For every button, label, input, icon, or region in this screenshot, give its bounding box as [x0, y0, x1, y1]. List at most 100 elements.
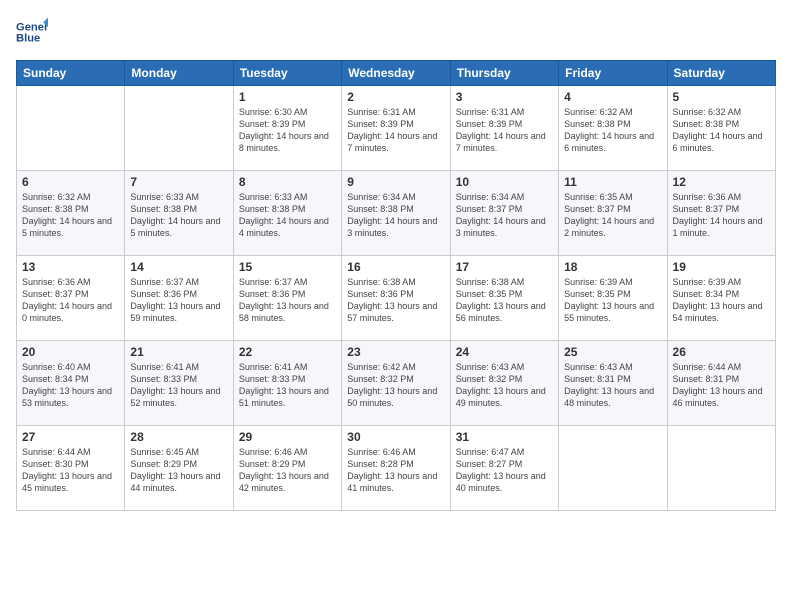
calendar-cell: 21Sunrise: 6:41 AM Sunset: 8:33 PM Dayli… — [125, 341, 233, 426]
day-info: Sunrise: 6:43 AM Sunset: 8:31 PM Dayligh… — [564, 361, 661, 410]
day-info: Sunrise: 6:43 AM Sunset: 8:32 PM Dayligh… — [456, 361, 553, 410]
day-info: Sunrise: 6:40 AM Sunset: 8:34 PM Dayligh… — [22, 361, 119, 410]
day-info: Sunrise: 6:41 AM Sunset: 8:33 PM Dayligh… — [239, 361, 336, 410]
day-info: Sunrise: 6:31 AM Sunset: 8:39 PM Dayligh… — [456, 106, 553, 155]
day-of-week-header: Saturday — [667, 61, 775, 86]
day-number: 17 — [456, 260, 553, 274]
calendar-cell: 23Sunrise: 6:42 AM Sunset: 8:32 PM Dayli… — [342, 341, 450, 426]
day-number: 9 — [347, 175, 444, 189]
calendar-cell: 30 Sunrise: 6:46 AM Sunset: 8:28 PM Dayli… — [342, 426, 450, 511]
calendar-cell: 25Sunrise: 6:43 AM Sunset: 8:31 PM Dayli… — [559, 341, 667, 426]
calendar-cell: 2 Sunrise: 6:31 AM Sunset: 8:39 PM Daylig… — [342, 86, 450, 171]
calendar-cell: 8 Sunrise: 6:33 AM Sunset: 8:38 PM Daylig… — [233, 171, 341, 256]
calendar-cell: 5Sunrise: 6:32 AM Sunset: 8:38 PM Daylig… — [667, 86, 775, 171]
day-info: Sunrise: 6:46 AM Sunset: 8:29 PM Dayligh… — [239, 446, 336, 495]
calendar-cell — [559, 426, 667, 511]
day-info: Sunrise: 6:34 AM Sunset: 8:38 PM Dayligh… — [347, 191, 444, 240]
calendar-cell: 9 Sunrise: 6:34 AM Sunset: 8:38 PM Daylig… — [342, 171, 450, 256]
calendar-cell: 17 Sunrise: 6:38 AM Sunset: 8:35 PM Dayli… — [450, 256, 558, 341]
day-of-week-header: Friday — [559, 61, 667, 86]
day-info: Sunrise: 6:30 AM Sunset: 8:39 PM Dayligh… — [239, 106, 336, 155]
day-number: 6 — [22, 175, 119, 189]
day-number: 27 — [22, 430, 119, 444]
day-number: 30 — [347, 430, 444, 444]
day-number: 1 — [239, 90, 336, 104]
day-number: 3 — [456, 90, 553, 104]
calendar-cell: 26Sunrise: 6:44 AM Sunset: 8:31 PM Dayli… — [667, 341, 775, 426]
day-info: Sunrise: 6:34 AM Sunset: 8:37 PM Dayligh… — [456, 191, 553, 240]
calendar-week-row: 1 Sunrise: 6:30 AM Sunset: 8:39 PM Daylig… — [17, 86, 776, 171]
calendar-cell: 6 Sunrise: 6:32 AM Sunset: 8:38 PM Daylig… — [17, 171, 125, 256]
day-info: Sunrise: 6:31 AM Sunset: 8:39 PM Dayligh… — [347, 106, 444, 155]
day-number: 12 — [673, 175, 770, 189]
calendar-cell: 22 Sunrise: 6:41 AM Sunset: 8:33 PM Dayli… — [233, 341, 341, 426]
calendar-cell: 29 Sunrise: 6:46 AM Sunset: 8:29 PM Dayli… — [233, 426, 341, 511]
day-number: 28 — [130, 430, 227, 444]
calendar-cell: 24Sunrise: 6:43 AM Sunset: 8:32 PM Dayli… — [450, 341, 558, 426]
day-info: Sunrise: 6:38 AM Sunset: 8:35 PM Dayligh… — [456, 276, 553, 325]
calendar-cell: 31 Sunrise: 6:47 AM Sunset: 8:27 PM Dayli… — [450, 426, 558, 511]
day-info: Sunrise: 6:46 AM Sunset: 8:28 PM Dayligh… — [347, 446, 444, 495]
day-number: 10 — [456, 175, 553, 189]
calendar-cell: 3 Sunrise: 6:31 AM Sunset: 8:39 PM Daylig… — [450, 86, 558, 171]
day-of-week-header: Monday — [125, 61, 233, 86]
calendar-week-row: 27 Sunrise: 6:44 AM Sunset: 8:30 PM Dayli… — [17, 426, 776, 511]
day-number: 15 — [239, 260, 336, 274]
day-number: 11 — [564, 175, 661, 189]
day-info: Sunrise: 6:45 AM Sunset: 8:29 PM Dayligh… — [130, 446, 227, 495]
day-info: Sunrise: 6:36 AM Sunset: 8:37 PM Dayligh… — [22, 276, 119, 325]
day-info: Sunrise: 6:32 AM Sunset: 8:38 PM Dayligh… — [564, 106, 661, 155]
day-number: 26 — [673, 345, 770, 359]
day-number: 23 — [347, 345, 444, 359]
day-info: Sunrise: 6:38 AM Sunset: 8:36 PM Dayligh… — [347, 276, 444, 325]
day-info: Sunrise: 6:33 AM Sunset: 8:38 PM Dayligh… — [130, 191, 227, 240]
day-info: Sunrise: 6:32 AM Sunset: 8:38 PM Dayligh… — [673, 106, 770, 155]
logo: General Blue — [16, 16, 48, 48]
calendar-cell: 28 Sunrise: 6:45 AM Sunset: 8:29 PM Dayli… — [125, 426, 233, 511]
day-number: 18 — [564, 260, 661, 274]
calendar-header-row: SundayMondayTuesdayWednesdayThursdayFrid… — [17, 61, 776, 86]
day-number: 22 — [239, 345, 336, 359]
day-info: Sunrise: 6:33 AM Sunset: 8:38 PM Dayligh… — [239, 191, 336, 240]
day-number: 14 — [130, 260, 227, 274]
svg-text:General: General — [16, 21, 48, 33]
day-info: Sunrise: 6:37 AM Sunset: 8:36 PM Dayligh… — [130, 276, 227, 325]
day-number: 8 — [239, 175, 336, 189]
day-number: 13 — [22, 260, 119, 274]
calendar-week-row: 6 Sunrise: 6:32 AM Sunset: 8:38 PM Daylig… — [17, 171, 776, 256]
calendar-cell: 1 Sunrise: 6:30 AM Sunset: 8:39 PM Daylig… — [233, 86, 341, 171]
day-number: 2 — [347, 90, 444, 104]
calendar-cell — [125, 86, 233, 171]
calendar-week-row: 20 Sunrise: 6:40 AM Sunset: 8:34 PM Dayli… — [17, 341, 776, 426]
day-info: Sunrise: 6:47 AM Sunset: 8:27 PM Dayligh… — [456, 446, 553, 495]
page-header: General Blue — [16, 16, 776, 48]
calendar-cell: 27 Sunrise: 6:44 AM Sunset: 8:30 PM Dayli… — [17, 426, 125, 511]
day-number: 19 — [673, 260, 770, 274]
day-number: 7 — [130, 175, 227, 189]
day-number: 31 — [456, 430, 553, 444]
calendar-cell: 4Sunrise: 6:32 AM Sunset: 8:38 PM Daylig… — [559, 86, 667, 171]
day-of-week-header: Wednesday — [342, 61, 450, 86]
logo-icon: General Blue — [16, 16, 48, 48]
day-of-week-header: Tuesday — [233, 61, 341, 86]
day-info: Sunrise: 6:36 AM Sunset: 8:37 PM Dayligh… — [673, 191, 770, 240]
calendar-cell — [17, 86, 125, 171]
calendar-cell: 10 Sunrise: 6:34 AM Sunset: 8:37 PM Dayli… — [450, 171, 558, 256]
calendar-cell: 15 Sunrise: 6:37 AM Sunset: 8:36 PM Dayli… — [233, 256, 341, 341]
day-of-week-header: Thursday — [450, 61, 558, 86]
day-number: 21 — [130, 345, 227, 359]
calendar-cell — [667, 426, 775, 511]
calendar-table: SundayMondayTuesdayWednesdayThursdayFrid… — [16, 60, 776, 511]
day-info: Sunrise: 6:32 AM Sunset: 8:38 PM Dayligh… — [22, 191, 119, 240]
day-info: Sunrise: 6:37 AM Sunset: 8:36 PM Dayligh… — [239, 276, 336, 325]
calendar-cell: 13 Sunrise: 6:36 AM Sunset: 8:37 PM Dayli… — [17, 256, 125, 341]
calendar-cell: 16Sunrise: 6:38 AM Sunset: 8:36 PM Dayli… — [342, 256, 450, 341]
day-info: Sunrise: 6:35 AM Sunset: 8:37 PM Dayligh… — [564, 191, 661, 240]
day-of-week-header: Sunday — [17, 61, 125, 86]
calendar-cell: 11 Sunrise: 6:35 AM Sunset: 8:37 PM Dayli… — [559, 171, 667, 256]
calendar-cell: 20 Sunrise: 6:40 AM Sunset: 8:34 PM Dayli… — [17, 341, 125, 426]
calendar-cell: 19Sunrise: 6:39 AM Sunset: 8:34 PM Dayli… — [667, 256, 775, 341]
day-info: Sunrise: 6:44 AM Sunset: 8:30 PM Dayligh… — [22, 446, 119, 495]
day-number: 29 — [239, 430, 336, 444]
day-number: 20 — [22, 345, 119, 359]
